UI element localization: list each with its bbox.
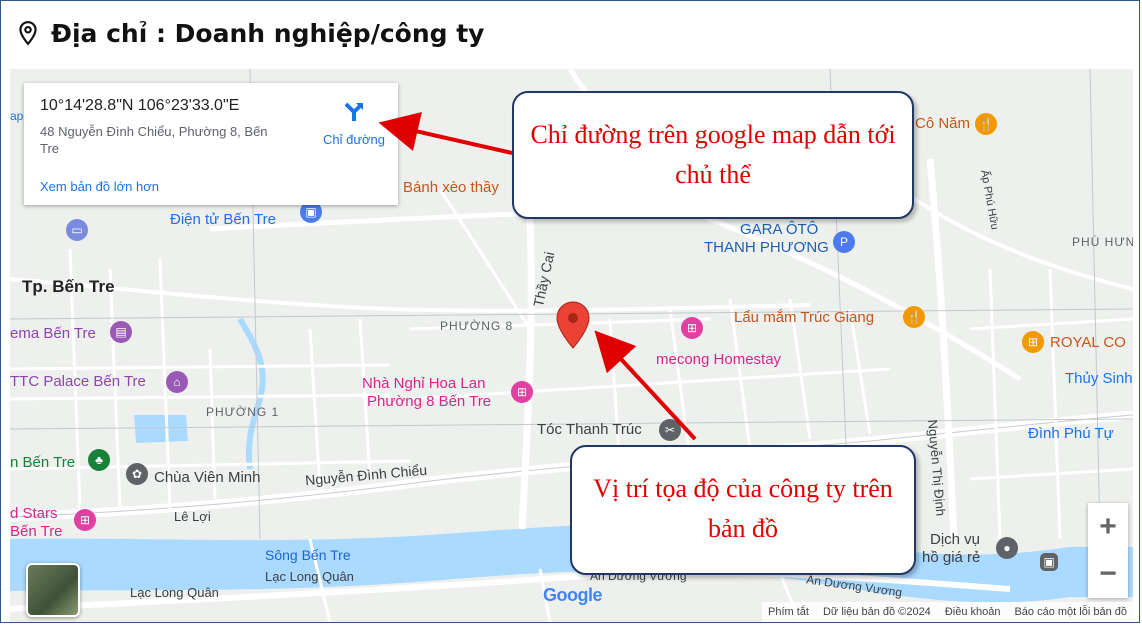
satellite-layer-toggle[interactable] [26,563,80,617]
location-pin-icon [19,21,37,46]
google-logo: Google [543,585,603,606]
terms-link[interactable]: Điều khoản [945,606,1001,618]
callout-location: Vị trí tọa độ của công ty trên bản đồ [570,445,916,575]
page-title: Địa chỉ : Doanh nghiệp/công ty [51,18,485,48]
callout-directions: Chỉ đường trên google map dẫn tới chủ th… [512,91,914,219]
panel-header: Địa chỉ : Doanh nghiệp/công ty [15,13,484,53]
zoom-out-button[interactable]: − [1088,550,1128,597]
google-logo-text: Google [543,585,603,605]
callout-directions-text: Chỉ đường trên google map dẫn tới chủ th… [530,120,896,189]
zoom-controls: + − [1088,503,1128,598]
callout-location-text: Vị trí tọa độ của công ty trên bản đồ [593,474,893,543]
zoom-in-button[interactable]: + [1088,503,1128,550]
keyboard-shortcuts-link[interactable]: Phím tắt [768,606,809,618]
address-panel: Địa chỉ : Doanh nghiệp/công ty ap Điện t… [0,0,1140,623]
report-error-link[interactable]: Báo cáo một lỗi bản đồ [1014,606,1127,618]
map-footer: Phím tắt Dữ liệu bản đồ ©2024 Điều khoản… [762,602,1133,622]
map-data-text: Dữ liệu bản đồ ©2024 [822,606,931,618]
google-map[interactable]: ap Điện tử Bến Tre Bánh xèo thầy Cô Năm … [10,69,1133,622]
